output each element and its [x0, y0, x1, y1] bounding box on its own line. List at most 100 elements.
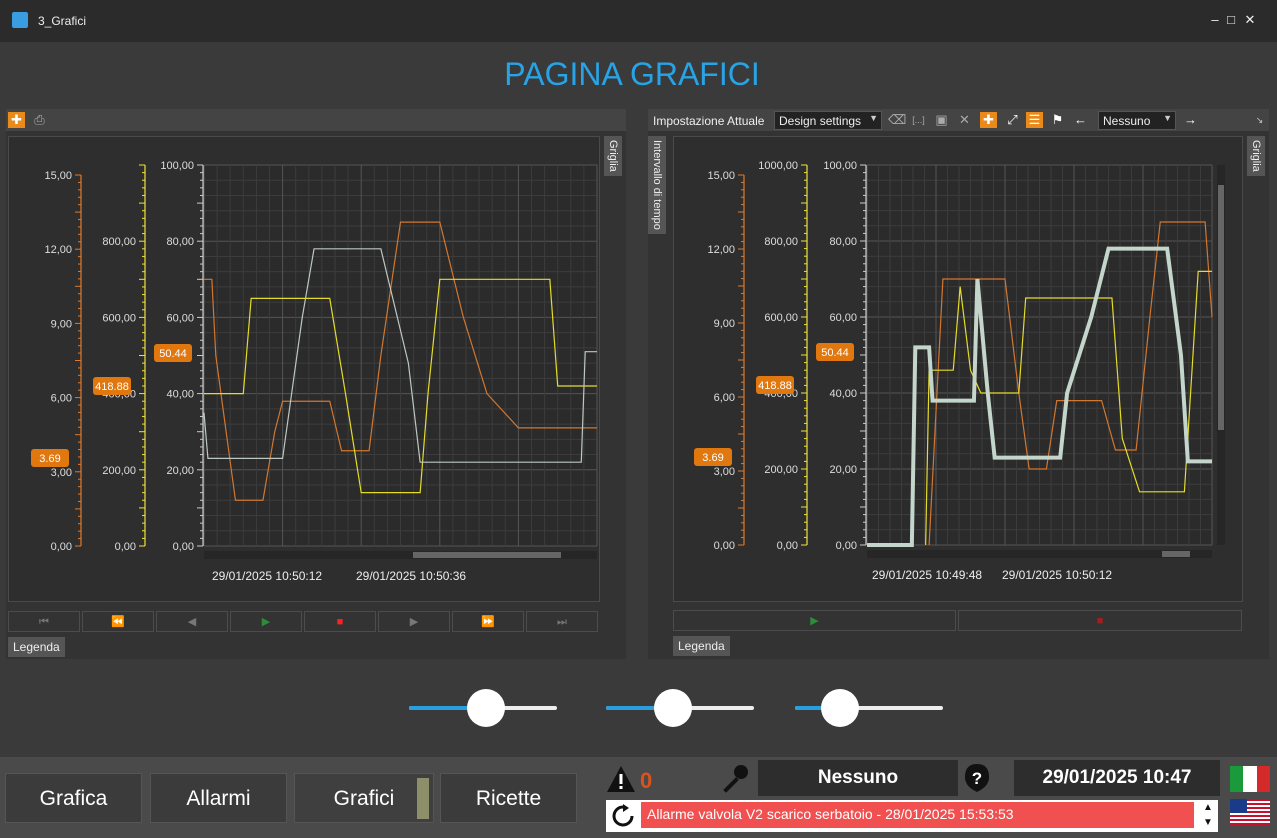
tick-label: 0,00	[115, 541, 136, 553]
slider-3[interactable]	[795, 689, 943, 729]
last-button[interactable]: ⏭	[526, 611, 598, 632]
tab-allarmi[interactable]: Allarmi	[150, 773, 287, 823]
svg-text:?: ?	[972, 769, 982, 788]
cursor-select-value: Nessuno	[1103, 114, 1151, 128]
time-label: 29/01/2025 10:50:12	[1002, 568, 1112, 582]
chevron-down-icon[interactable]: ▼	[1199, 817, 1217, 831]
tick-label: 15,00	[44, 170, 72, 182]
tick-label: 60,00	[166, 312, 194, 324]
tab-grafici-label: Grafici	[333, 787, 395, 810]
slider-knob[interactable]	[467, 689, 505, 727]
fast-forward-button[interactable]: ⏩	[452, 611, 524, 632]
zoom-fit-icon[interactable]: ⤢	[1004, 112, 1021, 128]
tick-label: 9,00	[714, 318, 735, 330]
tick-label: 800,00	[102, 236, 136, 248]
legend-tab[interactable]: Legenda	[8, 637, 65, 657]
right-chart: 0,003,006,009,0012,0015,000,00200,00400,…	[694, 160, 1225, 582]
active-tab-indicator	[417, 778, 429, 819]
user-field[interactable]: Nessuno	[758, 760, 958, 796]
save-icon[interactable]: ▣	[933, 112, 950, 128]
pan-icon[interactable]: ✚	[980, 112, 997, 128]
close-icon[interactable]: ✕	[1240, 10, 1260, 30]
value-badge-orange: 3.69	[702, 452, 723, 464]
settings-select[interactable]: Design settings ▼	[774, 111, 882, 130]
refresh-icon[interactable]	[611, 804, 635, 828]
right-chart-area: 0,003,006,009,0012,0015,000,00200,00400,…	[673, 136, 1243, 602]
tick-label: 200,00	[764, 464, 798, 476]
time-label: 29/01/2025 10:49:48	[872, 568, 982, 582]
remove-icon[interactable]: ✕	[956, 112, 973, 128]
tick-label: 12,00	[44, 244, 72, 256]
step-forward-button[interactable]: ▶	[378, 611, 450, 632]
alarm-message[interactable]: Allarme valvola V2 scarico serbatoio - 2…	[641, 802, 1194, 828]
tick-label: 100,00	[823, 160, 857, 172]
tick-label: 0,00	[836, 540, 857, 552]
cursor-lines-icon[interactable]: ☰	[1026, 112, 1043, 128]
step-back-button[interactable]: ◀	[156, 611, 228, 632]
tick-label: 800,00	[764, 236, 798, 248]
play-button[interactable]: ▶	[673, 610, 956, 631]
h-scrollbar-thumb	[413, 552, 561, 558]
tick-label: 80,00	[166, 236, 194, 248]
stop-button[interactable]: ■	[304, 611, 376, 632]
grid-tab[interactable]: Griglia	[1247, 136, 1265, 176]
tick-label: 0,00	[777, 540, 798, 552]
expand-icon[interactable]: ↘	[1251, 112, 1268, 128]
tick-label: 200,00	[102, 465, 136, 477]
stop-button[interactable]: ■	[958, 610, 1242, 631]
value-badge-orange2: 418.88	[758, 380, 792, 392]
help-icon[interactable]: ?	[963, 763, 991, 793]
tick-label: 600,00	[102, 312, 136, 324]
tick-label: 3,00	[714, 466, 735, 478]
tick-label: 9,00	[51, 318, 72, 330]
grid-tab[interactable]: Griglia	[604, 136, 622, 176]
warning-icon[interactable]	[606, 765, 636, 793]
tick-label: 20,00	[829, 464, 857, 476]
time-interval-tab[interactable]: Intervallo di tempo	[648, 136, 666, 234]
tick-label: 40,00	[166, 389, 194, 401]
time-label: 29/01/2025 10:50:12	[212, 569, 322, 583]
cursor-select[interactable]: Nessuno ▼	[1098, 111, 1176, 130]
pan-icon[interactable]: ✚	[8, 112, 25, 128]
first-button[interactable]: ⏮	[8, 611, 80, 632]
rewind-button[interactable]: ⏪	[82, 611, 154, 632]
arrow-left-icon[interactable]: ←	[1072, 112, 1089, 128]
tick-label: 80,00	[829, 236, 857, 248]
right-chart-panel: Impostazione Attuale Design settings ▼ ⌫ …	[648, 109, 1269, 659]
h-scrollbar-thumb	[1162, 551, 1190, 557]
app-icon	[12, 12, 28, 28]
slider-knob[interactable]	[821, 689, 859, 727]
delete-icon[interactable]: ⌫	[888, 112, 906, 128]
tick-label: 1000,00	[758, 160, 798, 172]
tick-label: 100,00	[160, 160, 194, 172]
slider-knob[interactable]	[654, 689, 692, 727]
maximize-icon[interactable]: □	[1221, 10, 1241, 30]
tab-grafici[interactable]: Grafici	[294, 773, 434, 823]
slider-1[interactable]	[409, 689, 557, 729]
slider-2[interactable]	[606, 689, 754, 729]
italian-flag-icon[interactable]	[1230, 766, 1270, 792]
us-flag-icon[interactable]	[1230, 799, 1270, 825]
chevron-up-icon[interactable]: ▲	[1199, 802, 1217, 816]
legend-tab[interactable]: Legenda	[673, 636, 730, 656]
tick-label: 40,00	[829, 388, 857, 400]
play-button[interactable]: ▶	[230, 611, 302, 632]
chevron-down-icon: ▼	[869, 113, 878, 123]
tab-grafica[interactable]: Grafica	[5, 773, 142, 823]
tab-ricette[interactable]: Ricette	[440, 773, 577, 823]
v-scrollbar-thumb	[1218, 185, 1224, 430]
left-chart-area: 0,003,006,009,0012,0015,000,00200,00400,…	[8, 136, 600, 602]
chevron-down-icon: ▼	[1163, 113, 1172, 123]
print-icon[interactable]: ⎙	[31, 112, 48, 128]
key-icon[interactable]	[720, 763, 750, 793]
title-bar: 3_Grafici – □ ✕	[0, 0, 1277, 42]
tag-icon[interactable]: ⚑	[1049, 112, 1066, 128]
tick-label: 3,00	[51, 467, 72, 479]
tick-label: 0,00	[714, 540, 735, 552]
rename-icon[interactable]: [...]	[910, 112, 927, 128]
value-badge-orange: 3.69	[39, 453, 60, 465]
tick-label: 0,00	[173, 541, 194, 553]
left-chart-panel: ✚ ⎙ 0,00 3,00 6,00 9,00 12,00 15,00 0,00 200,00…	[6, 109, 626, 659]
settings-select-value: Design settings	[779, 114, 862, 128]
arrow-right-icon[interactable]: →	[1182, 112, 1199, 128]
